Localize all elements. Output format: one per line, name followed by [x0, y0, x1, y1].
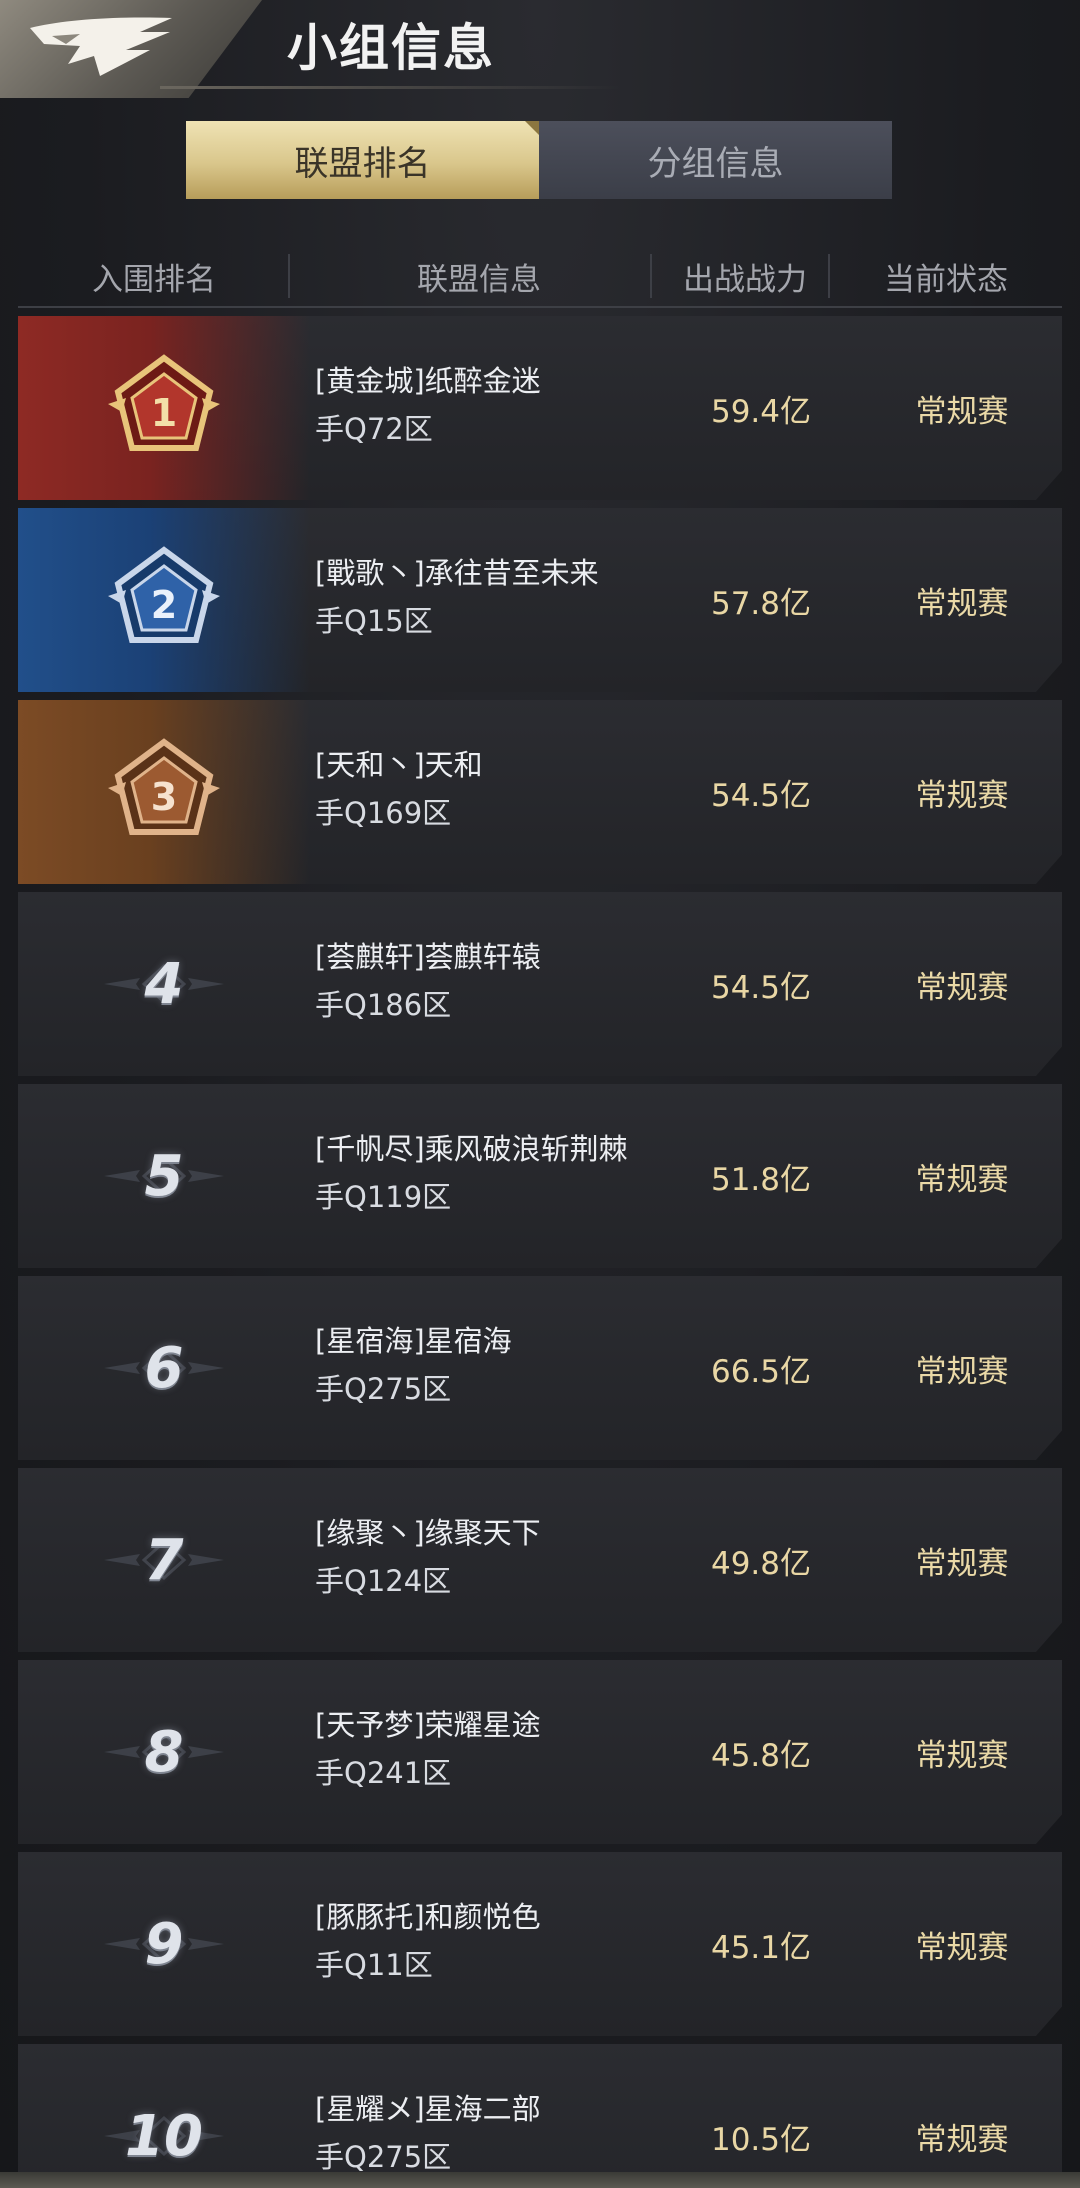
status-label: 常规赛 [915, 1545, 1009, 1582]
table-row[interactable]: 6 [星宿海]星宿海 手Q275区 66.5亿 常规赛 [18, 1276, 1062, 1460]
alliance-info: [天予梦]荣耀星途 手Q241区 [315, 1702, 675, 1798]
alliance-name: [星耀メ]星海二部 [315, 2092, 541, 2126]
page-title: 小组信息 [287, 19, 495, 77]
table-row[interactable]: 7 [缘聚丶]缘聚天下 手Q124区 49.8亿 常规赛 [18, 1468, 1062, 1652]
rank-number: 1 [151, 391, 177, 435]
header: 小组信息 [0, 0, 1080, 98]
rank-number: 4 [144, 951, 184, 1017]
rank-number: 2 [151, 583, 177, 627]
battle-power: 54.5亿 [710, 777, 812, 814]
alliance-info: [戰歌丶]承往昔至未来 手Q15区 [315, 550, 675, 646]
tab-group-info[interactable]: 分组信息 [539, 121, 892, 199]
column-header-rank: 入围排名 [92, 261, 216, 298]
table-row[interactable]: 9 [豚豚托]和颜悦色 手Q11区 45.1亿 常规赛 [18, 1852, 1062, 2036]
status-label: 常规赛 [915, 1161, 1009, 1198]
rank-medal-icon: 3 [108, 738, 220, 835]
battle-power: 54.5亿 [710, 969, 812, 1006]
bottom-edge [0, 2172, 1080, 2188]
rank-number: 6 [144, 1335, 184, 1401]
column-header-alliance-info: 联盟信息 [417, 261, 541, 298]
battle-power: 10.5亿 [710, 2121, 812, 2158]
battle-power: 45.1亿 [710, 1929, 812, 1966]
battle-power: 45.8亿 [710, 1737, 812, 1774]
alliance-info: [千帆尽]乘风破浪斩荆棘 手Q119区 [315, 1126, 675, 1222]
status-label: 常规赛 [915, 585, 1009, 622]
rank-number: 3 [151, 775, 177, 819]
rank-cell: 3 [18, 700, 310, 884]
rank-cell: 6 [18, 1276, 310, 1460]
column-header-status: 当前状态 [884, 261, 1008, 298]
eagle-logo-icon [30, 17, 172, 76]
alliance-server: 手Q186区 [315, 988, 452, 1022]
alliance-name: [缘聚丶]缘聚天下 [315, 1516, 541, 1550]
alliance-info: [荟麒轩]荟麒轩辕 手Q186区 [315, 934, 675, 1030]
column-header-power: 出战战力 [683, 261, 807, 298]
alliance-server: 手Q15区 [315, 604, 433, 638]
alliance-info: [缘聚丶]缘聚天下 手Q124区 [315, 1510, 675, 1606]
alliance-server: 手Q241区 [315, 1756, 452, 1790]
battle-power: 57.8亿 [710, 585, 812, 622]
battle-power: 51.8亿 [710, 1161, 812, 1198]
battle-power: 66.5亿 [710, 1353, 812, 1390]
status-label: 常规赛 [915, 969, 1009, 1006]
alliance-info: [星耀メ]星海二部 手Q275区 [315, 2086, 675, 2182]
tab-bar: 联盟排名 分组信息 [186, 121, 892, 199]
rank-cell: 5 [18, 1084, 310, 1268]
table-row[interactable]: 3 [天和丶]天和 手Q169区 54.5亿 常规赛 [18, 700, 1062, 884]
alliance-info: [天和丶]天和 手Q169区 [315, 742, 675, 838]
alliance-server: 手Q124区 [315, 1564, 452, 1598]
alliance-info: [黄金城]纸醉金迷 手Q72区 [315, 358, 675, 454]
alliance-name: [豚豚托]和颜悦色 [315, 1900, 541, 1934]
table-row[interactable]: 1 [黄金城]纸醉金迷 手Q72区 59.4亿 常规赛 [18, 316, 1062, 500]
battle-power: 49.8亿 [710, 1545, 812, 1582]
alliance-name: [千帆尽]乘风破浪斩荆棘 [315, 1132, 628, 1166]
alliance-server: 手Q275区 [315, 1372, 452, 1406]
tab-alliance-ranking[interactable]: 联盟排名 [186, 121, 539, 199]
table-row[interactable]: 5 [千帆尽]乘风破浪斩荆棘 手Q119区 51.8亿 常规赛 [18, 1084, 1062, 1268]
rank-cell: 9 [18, 1852, 310, 2036]
status-label: 常规赛 [915, 393, 1009, 430]
rank-number: 7 [144, 1527, 184, 1593]
table-row[interactable]: 10 [星耀メ]星海二部 手Q275区 10.5亿 常规赛 [18, 2044, 1062, 2188]
rank-cell: 1 [18, 316, 310, 500]
rank-cell: 4 [18, 892, 310, 1076]
rank-number: 10 [125, 2103, 203, 2169]
alliance-server: 手Q119区 [315, 1180, 452, 1214]
alliance-server: 手Q169区 [315, 796, 452, 830]
table-header: 入围排名 联盟信息 出战战力 当前状态 [18, 244, 1062, 308]
alliance-name: [星宿海]星宿海 [315, 1324, 512, 1358]
rank-number: 8 [144, 1719, 184, 1785]
status-label: 常规赛 [915, 1737, 1009, 1774]
header-divider [160, 86, 620, 89]
alliance-info: [豚豚托]和颜悦色 手Q11区 [315, 1894, 675, 1990]
table-row[interactable]: 8 [天予梦]荣耀星途 手Q241区 45.8亿 常规赛 [18, 1660, 1062, 1844]
status-label: 常规赛 [915, 2121, 1009, 2158]
rank-cell: 7 [18, 1468, 310, 1652]
alliance-server: 手Q72区 [315, 412, 433, 446]
table-row[interactable]: 4 [荟麒轩]荟麒轩辕 手Q186区 54.5亿 常规赛 [18, 892, 1062, 1076]
rank-cell: 10 [18, 2044, 310, 2188]
rank-cell: 2 [18, 508, 310, 692]
table-row[interactable]: 2 [戰歌丶]承往昔至未来 手Q15区 57.8亿 常规赛 [18, 508, 1062, 692]
battle-power: 59.4亿 [710, 393, 812, 430]
screen: 小组信息 联盟排名 分组信息 入围排名 联盟信息 出战战力 当前状态 1 [黄金城… [0, 0, 1080, 2188]
alliance-name: [戰歌丶]承往昔至未来 [315, 556, 599, 590]
rank-medal-icon: 2 [108, 546, 220, 643]
rank-number: 9 [144, 1911, 184, 1977]
alliance-info: [星宿海]星宿海 手Q275区 [315, 1318, 675, 1414]
status-label: 常规赛 [915, 1353, 1009, 1390]
status-label: 常规赛 [915, 777, 1009, 814]
alliance-name: [天予梦]荣耀星途 [315, 1708, 541, 1742]
status-label: 常规赛 [915, 1929, 1009, 1966]
alliance-name: [天和丶]天和 [315, 748, 483, 782]
rank-number: 5 [144, 1143, 184, 1209]
rank-cell: 8 [18, 1660, 310, 1844]
alliance-name: [黄金城]纸醉金迷 [315, 364, 541, 398]
alliance-server: 手Q11区 [315, 1948, 433, 1982]
rank-medal-icon: 1 [108, 354, 220, 451]
alliance-name: [荟麒轩]荟麒轩辕 [315, 940, 541, 974]
